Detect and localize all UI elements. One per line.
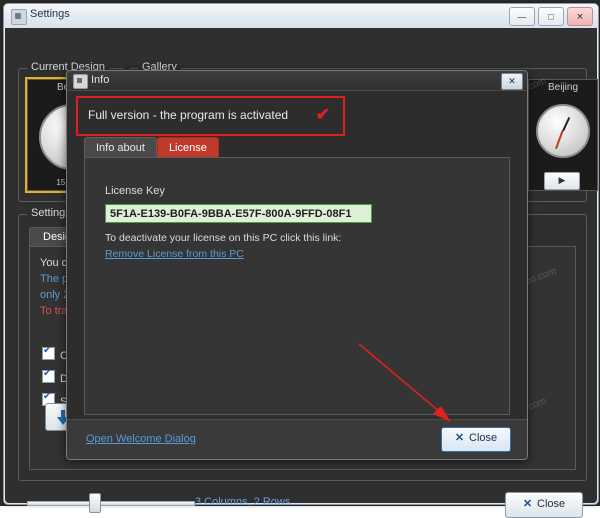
close-button[interactable]: ✕ bbox=[567, 7, 593, 26]
activation-banner-text: Full version - the program is activated bbox=[88, 108, 289, 122]
gallery-next-button[interactable]: ▶ bbox=[544, 172, 580, 190]
columns-slider[interactable] bbox=[27, 493, 195, 513]
checkbox-icon bbox=[42, 345, 55, 360]
window-titlebar: Settings — □ ✕ bbox=[4, 4, 598, 28]
dialog-close-label: Close bbox=[469, 432, 498, 444]
settings-line-1: You c bbox=[40, 257, 68, 269]
settings-line-3: only 2 bbox=[40, 289, 70, 301]
open-welcome-dialog-link[interactable]: Open Welcome Dialog bbox=[86, 433, 196, 445]
tab-license[interactable]: License bbox=[156, 137, 219, 158]
close-icon: ✕ bbox=[522, 498, 533, 510]
screen-root: Settings — □ ✕ Current Design Beijing 15… bbox=[0, 0, 600, 518]
maximize-button[interactable]: □ bbox=[538, 7, 564, 26]
close-icon: ✕ bbox=[576, 11, 584, 21]
close-settings-button[interactable]: ✕ Close bbox=[505, 492, 583, 518]
clock-hand-hour bbox=[562, 116, 571, 132]
info-dialog: Info ✕ Full version - the program is act… bbox=[66, 70, 528, 460]
license-panel: License Key 5F1A-E139-B0FA-9BBA-E57F-800… bbox=[84, 157, 510, 415]
dialog-tabs: Info about License bbox=[84, 137, 219, 158]
window-controls: — □ ✕ bbox=[509, 7, 593, 26]
deactivate-note: To deactivate your license on this PC cl… bbox=[105, 232, 342, 244]
maximize-icon: □ bbox=[548, 11, 554, 21]
dialog-close-action-button[interactable]: ✕ Close bbox=[441, 427, 511, 452]
license-key-label: License Key bbox=[105, 185, 165, 197]
settings-line-2: The p bbox=[40, 273, 69, 285]
activation-banner: Full version - the program is activated … bbox=[76, 96, 345, 136]
columns-rows-label: 3 Columns, 2 Rows bbox=[195, 496, 291, 508]
close-icon: ✕ bbox=[454, 432, 465, 444]
dialog-footer: Open Welcome Dialog ✕ Close bbox=[67, 419, 527, 459]
check-icon: ✔ bbox=[315, 105, 330, 124]
dialog-close-button[interactable]: ✕ bbox=[501, 73, 523, 90]
dialog-titlebar: Info ✕ bbox=[67, 71, 527, 91]
settings-line-4: To tra bbox=[40, 305, 68, 317]
dialog-icon bbox=[73, 74, 88, 89]
dialog-title: Info bbox=[91, 74, 110, 86]
slider-track bbox=[27, 501, 195, 506]
settings-description: You c The p only 2 To tra bbox=[40, 255, 69, 319]
minimize-button[interactable]: — bbox=[509, 7, 535, 26]
app-icon bbox=[11, 9, 27, 25]
checkbox-icon bbox=[42, 368, 55, 383]
remove-license-link[interactable]: Remove License from this PC bbox=[105, 248, 244, 260]
tab-info-about[interactable]: Info about bbox=[84, 137, 157, 158]
clock-hand-second bbox=[555, 130, 564, 150]
minimize-icon: — bbox=[517, 11, 527, 21]
close-settings-label: Close bbox=[537, 498, 566, 510]
license-key-field[interactable]: 5F1A-E139-B0FA-9BBA-E57F-800A-9FFD-08F1 bbox=[105, 204, 372, 223]
clock-face bbox=[536, 104, 590, 158]
slider-knob[interactable] bbox=[89, 493, 101, 513]
window-title: Settings bbox=[30, 8, 70, 20]
